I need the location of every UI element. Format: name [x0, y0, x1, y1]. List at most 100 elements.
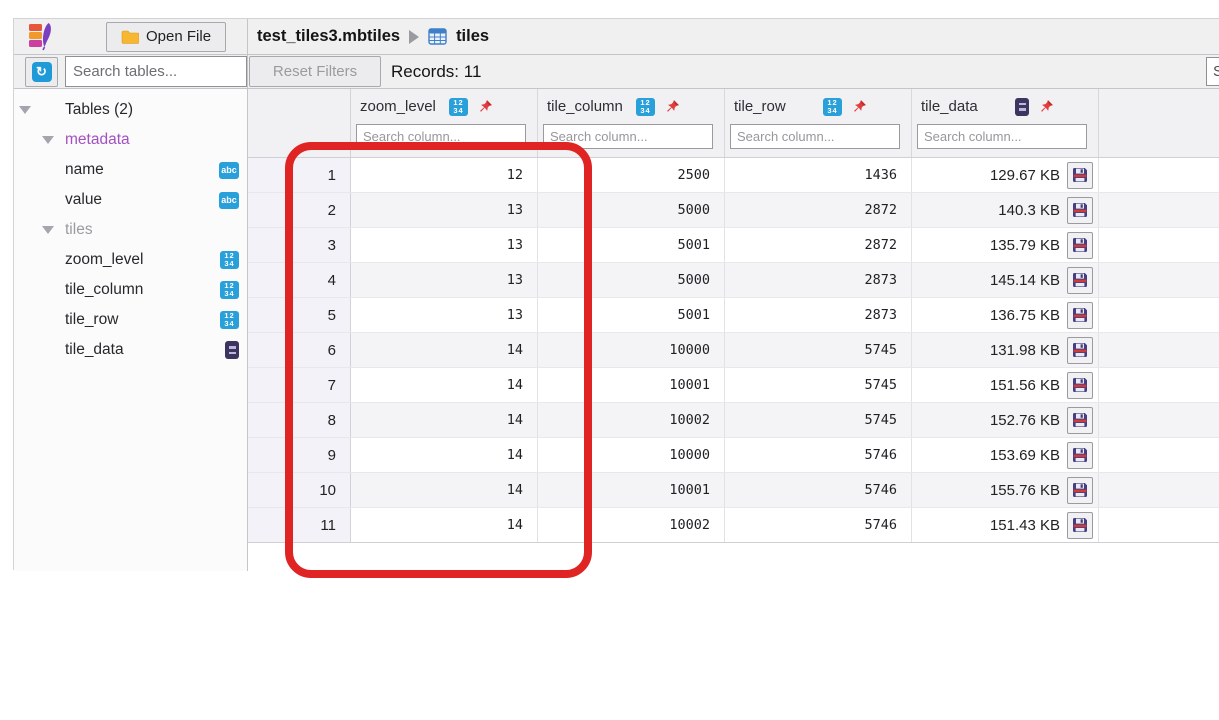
chevron-down-icon[interactable]: [42, 136, 54, 144]
save-blob-button[interactable]: [1067, 512, 1093, 539]
breadcrumb-arrow-icon: [409, 30, 419, 44]
save-blob-button[interactable]: [1067, 442, 1093, 469]
cell-tile-data[interactable]: 155.76 KB: [912, 473, 1099, 507]
floppy-icon: [1072, 237, 1088, 253]
cell-tile-data[interactable]: 140.3 KB: [912, 193, 1099, 227]
save-blob-button[interactable]: [1067, 267, 1093, 294]
blob-size: 131.98 KB: [990, 342, 1060, 359]
cell-zoom-level[interactable]: 13: [351, 298, 538, 332]
blob-size: 155.76 KB: [990, 482, 1060, 499]
tree-item-column-name[interactable]: name abc: [14, 155, 247, 185]
cell-tile-column[interactable]: 10002: [538, 508, 725, 542]
save-blob-button[interactable]: [1067, 407, 1093, 434]
cell-zoom-level[interactable]: 14: [351, 508, 538, 542]
cell-tile-data[interactable]: 153.69 KB: [912, 438, 1099, 472]
cell-zoom-level[interactable]: 12: [351, 158, 538, 192]
cell-tile-row[interactable]: 5745: [725, 333, 912, 367]
chevron-down-icon[interactable]: [42, 226, 54, 234]
cell-tile-column[interactable]: 10001: [538, 473, 725, 507]
row-number-header: [248, 89, 351, 157]
cell-tile-row[interactable]: 2873: [725, 298, 912, 332]
cell-tile-data[interactable]: 152.76 KB: [912, 403, 1099, 437]
cell-tile-row[interactable]: 5746: [725, 473, 912, 507]
cell-tile-column[interactable]: 5000: [538, 263, 725, 297]
cell-zoom-level[interactable]: 14: [351, 403, 538, 437]
cell-tile-data[interactable]: 145.14 KB: [912, 263, 1099, 297]
cell-tile-row[interactable]: 5746: [725, 508, 912, 542]
app-logo-icon: [26, 21, 56, 53]
cell-zoom-level[interactable]: 14: [351, 333, 538, 367]
tree-item-column-tile-data[interactable]: tile_data: [14, 335, 247, 365]
save-blob-button[interactable]: [1067, 162, 1093, 189]
cell-tile-data[interactable]: 151.43 KB: [912, 508, 1099, 542]
number-type-icon: 1234: [823, 98, 842, 116]
cell-tile-column[interactable]: 10001: [538, 368, 725, 402]
tree-item-column-tile-column[interactable]: tile_column 1234: [14, 275, 247, 305]
chevron-down-icon[interactable]: [19, 106, 31, 114]
tree-item-column-value[interactable]: value abc: [14, 185, 247, 215]
open-file-button[interactable]: Open File: [106, 22, 226, 52]
cell-zoom-level[interactable]: 14: [351, 473, 538, 507]
search-data-input[interactable]: [1206, 57, 1219, 86]
column-header-sort[interactable]: tile_column 1234: [538, 89, 724, 124]
number-type-icon: 1234: [220, 281, 239, 299]
cell-zoom-level[interactable]: 13: [351, 193, 538, 227]
row-filler: [1099, 298, 1219, 332]
row-number: 10: [248, 473, 351, 507]
cell-zoom-level[interactable]: 13: [351, 228, 538, 262]
save-blob-button[interactable]: [1067, 197, 1093, 224]
cell-tile-column[interactable]: 5001: [538, 228, 725, 262]
cell-tile-row[interactable]: 5745: [725, 403, 912, 437]
row-number: 4: [248, 263, 351, 297]
cell-tile-column[interactable]: 10000: [538, 333, 725, 367]
data-grid: zoom_level 1234 tile_column 1234 tile_ro…: [248, 89, 1219, 562]
save-blob-button[interactable]: [1067, 232, 1093, 259]
tree-item-column-zoom-level[interactable]: zoom_level 1234: [14, 245, 247, 275]
cell-tile-data[interactable]: 131.98 KB: [912, 333, 1099, 367]
refresh-tables-button[interactable]: ↻: [25, 57, 58, 87]
cell-tile-row[interactable]: 2873: [725, 263, 912, 297]
cell-tile-column[interactable]: 10002: [538, 403, 725, 437]
column-header-sort[interactable]: zoom_level 1234: [351, 89, 537, 124]
save-blob-button[interactable]: [1067, 477, 1093, 504]
column-header-sort[interactable]: tile_row 1234: [725, 89, 911, 124]
cell-tile-column[interactable]: 10000: [538, 438, 725, 472]
cell-tile-data[interactable]: 151.56 KB: [912, 368, 1099, 402]
cell-tile-row[interactable]: 2872: [725, 193, 912, 227]
cell-tile-column[interactable]: 5001: [538, 298, 725, 332]
tree-item-table-tiles[interactable]: tiles: [14, 215, 247, 245]
pin-icon[interactable]: [1039, 99, 1054, 114]
tree-item-tables-root[interactable]: Tables (2): [14, 95, 247, 125]
cell-tile-column[interactable]: 2500: [538, 158, 725, 192]
blob-size: 145.14 KB: [990, 272, 1060, 289]
cell-tile-data[interactable]: 135.79 KB: [912, 228, 1099, 262]
cell-tile-row[interactable]: 5745: [725, 368, 912, 402]
cell-tile-data[interactable]: 136.75 KB: [912, 298, 1099, 332]
pin-icon[interactable]: [665, 99, 680, 114]
column-search-input[interactable]: [356, 124, 526, 149]
save-blob-button[interactable]: [1067, 372, 1093, 399]
column-search-input[interactable]: [917, 124, 1087, 149]
column-search-input[interactable]: [543, 124, 713, 149]
column-search-input[interactable]: [730, 124, 900, 149]
cell-tile-data[interactable]: 129.67 KB: [912, 158, 1099, 192]
cell-zoom-level[interactable]: 13: [351, 263, 538, 297]
pin-icon[interactable]: [852, 99, 867, 114]
cell-tile-column[interactable]: 5000: [538, 193, 725, 227]
cell-zoom-level[interactable]: 14: [351, 438, 538, 472]
reset-filters-button[interactable]: Reset Filters: [249, 56, 381, 87]
cell-tile-row[interactable]: 1436: [725, 158, 912, 192]
row-filler: [1099, 508, 1219, 542]
cell-zoom-level[interactable]: 14: [351, 368, 538, 402]
floppy-icon: [1072, 482, 1088, 498]
cell-tile-row[interactable]: 5746: [725, 438, 912, 472]
tree-item-column-tile-row[interactable]: tile_row 1234: [14, 305, 247, 335]
save-blob-button[interactable]: [1067, 337, 1093, 364]
column-header-sort[interactable]: tile_data: [912, 89, 1098, 124]
tree-item-table-metadata[interactable]: metadata: [14, 125, 247, 155]
save-blob-button[interactable]: [1067, 302, 1093, 329]
tree-label: metadata: [65, 131, 130, 149]
cell-tile-row[interactable]: 2872: [725, 228, 912, 262]
search-tables-input[interactable]: [65, 56, 247, 87]
pin-icon[interactable]: [478, 99, 493, 114]
